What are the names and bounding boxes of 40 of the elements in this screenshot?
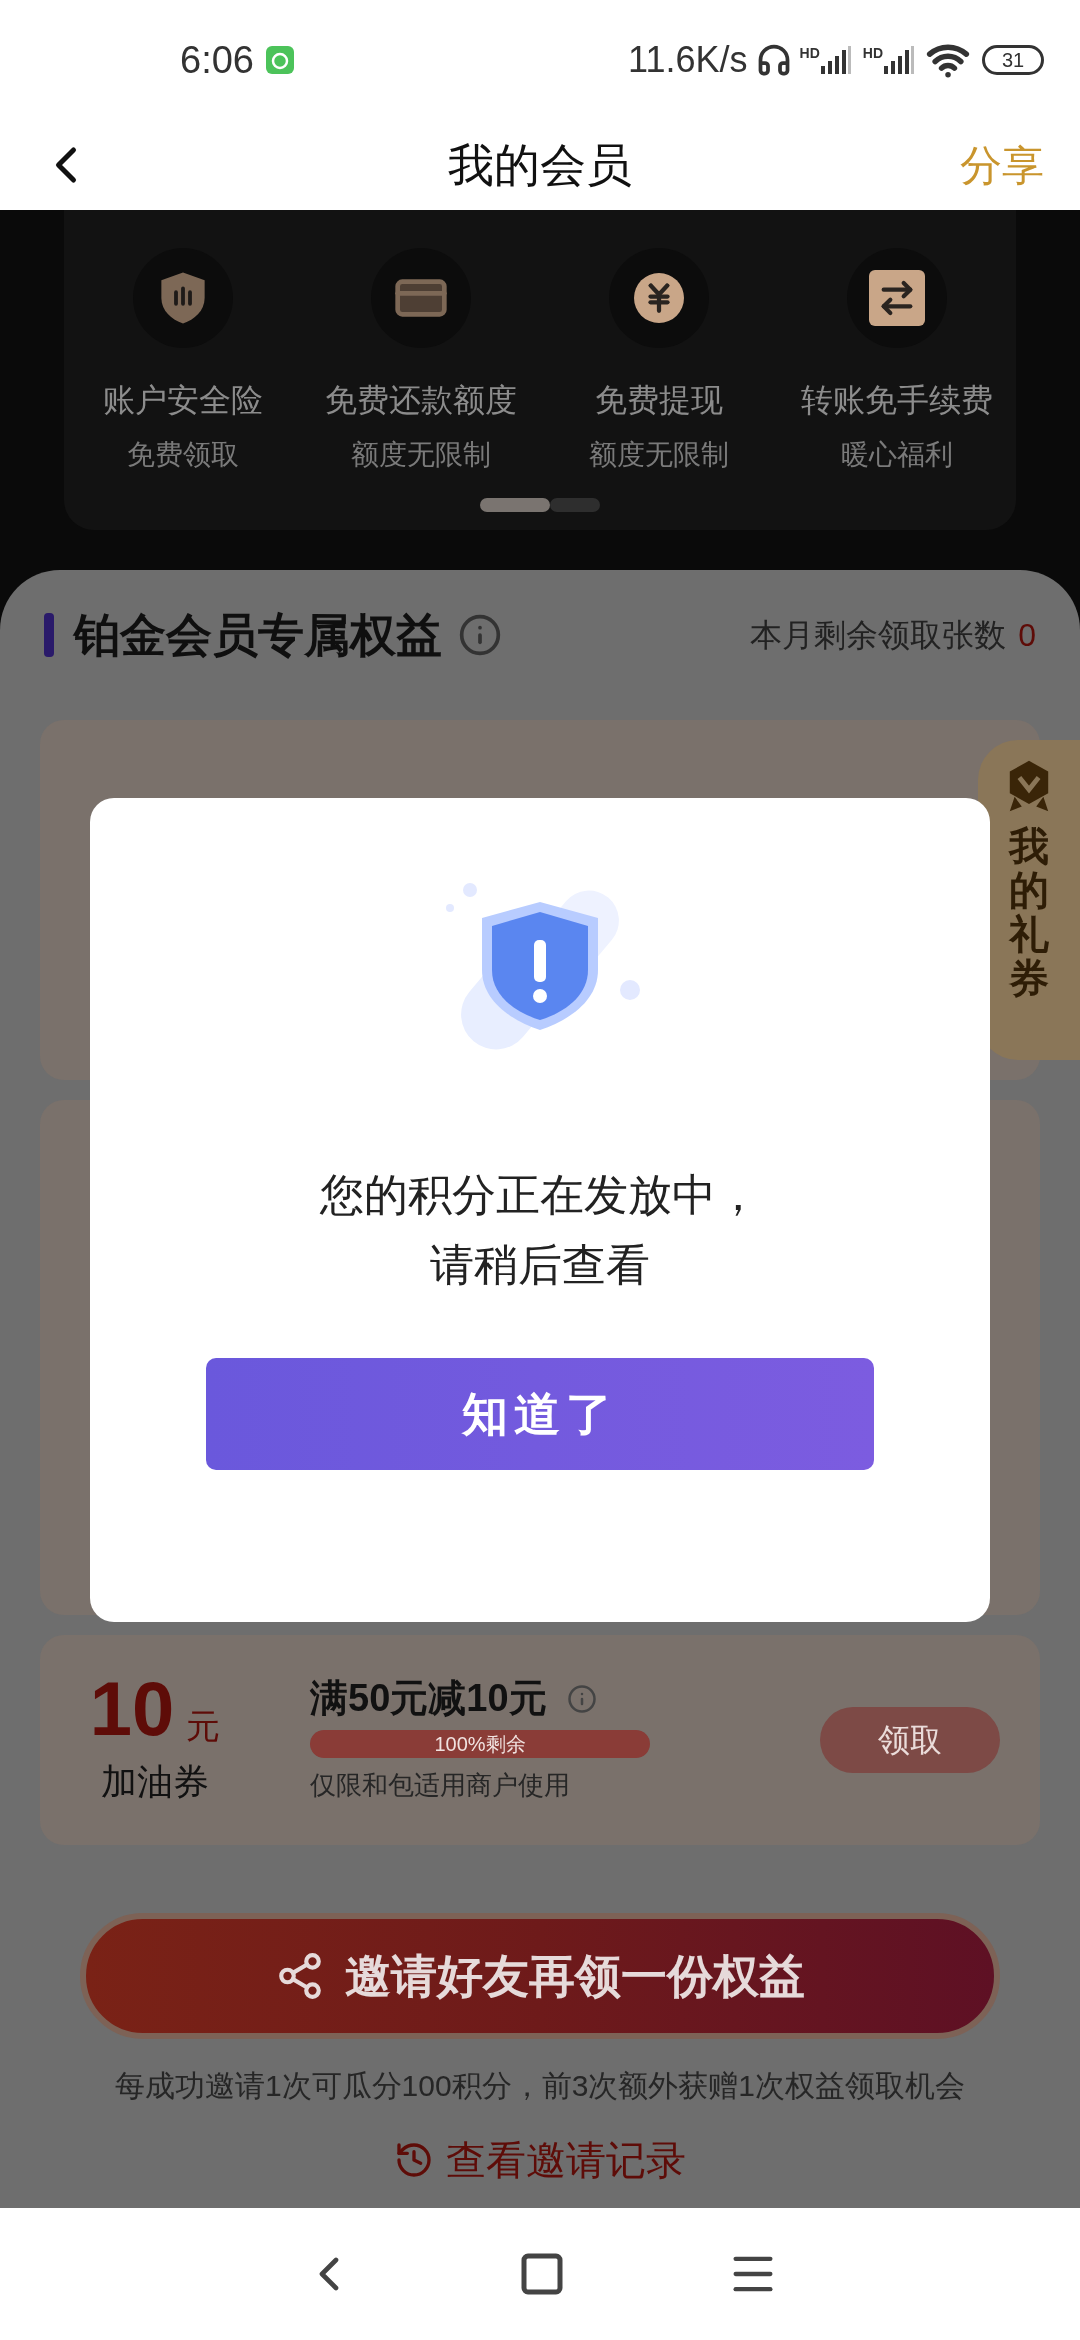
confirm-button[interactable]: 知道了 <box>206 1358 874 1470</box>
feature-subtitle: 额度无限制 <box>351 438 491 472</box>
status-time: 6:06 <box>180 37 254 83</box>
claim-button[interactable]: 领取 <box>820 1707 1000 1773</box>
feature-label: 账户安全险 <box>103 381 263 420</box>
transfer-icon <box>869 270 925 326</box>
section-title: 铂金会员专属权益 <box>74 607 442 663</box>
gift-tab-label: 我的礼券 <box>1009 824 1049 1000</box>
feature-label: 转账免手续费 <box>801 381 993 420</box>
coupon-amount: 10 <box>89 1671 175 1747</box>
coupon-title: 满50元减10元 <box>310 1675 547 1721</box>
signal-label: HD <box>799 46 820 60</box>
progress-label: 100%剩余 <box>433 1732 527 1758</box>
share-button[interactable]: 分享 <box>960 133 1044 197</box>
dialog-message: 您的积分正在发放中， 请稍后查看 <box>320 1169 760 1291</box>
info-icon <box>458 613 502 657</box>
battery-icon: 31 <box>982 45 1044 75</box>
network-speed: 11.6K/s <box>628 38 748 82</box>
yen-icon <box>634 273 684 323</box>
history-icon <box>394 2140 434 2180</box>
coupon-name: 加油券 <box>101 1760 209 1804</box>
coupon-unit: 元 <box>186 1709 221 1743</box>
signal-icon <box>820 46 851 74</box>
remaining-count: 0 <box>1018 616 1036 655</box>
invite-record-link[interactable]: 查看邀请记录 <box>394 2130 686 2190</box>
feature-label: 免费还款额度 <box>325 381 517 420</box>
coupon-note: 仅限和包适用商户使用 <box>310 1769 571 1803</box>
info-icon <box>566 1683 597 1714</box>
feature-subtitle: 免费领取 <box>127 438 239 472</box>
invite-button[interactable]: 邀请好友再领一份权益 <box>80 1913 1000 2039</box>
signal-icon <box>884 46 914 74</box>
feature-subtitle: 额度无限制 <box>589 438 729 472</box>
remaining-label: 本月剩余领取张数 <box>750 616 1007 655</box>
invite-note: 每成功邀请1次可瓜分100积分，前3次额外获赠1次权益领取机会 <box>113 2068 967 2104</box>
app-notification-icon <box>265 46 294 74</box>
signal-label: HD <box>862 46 883 60</box>
feature-subtitle: 暖心福利 <box>841 438 953 472</box>
page-title: 我的会员 <box>448 137 632 193</box>
section-accent-bar <box>44 613 54 657</box>
feature-label: 免费提现 <box>595 381 723 420</box>
